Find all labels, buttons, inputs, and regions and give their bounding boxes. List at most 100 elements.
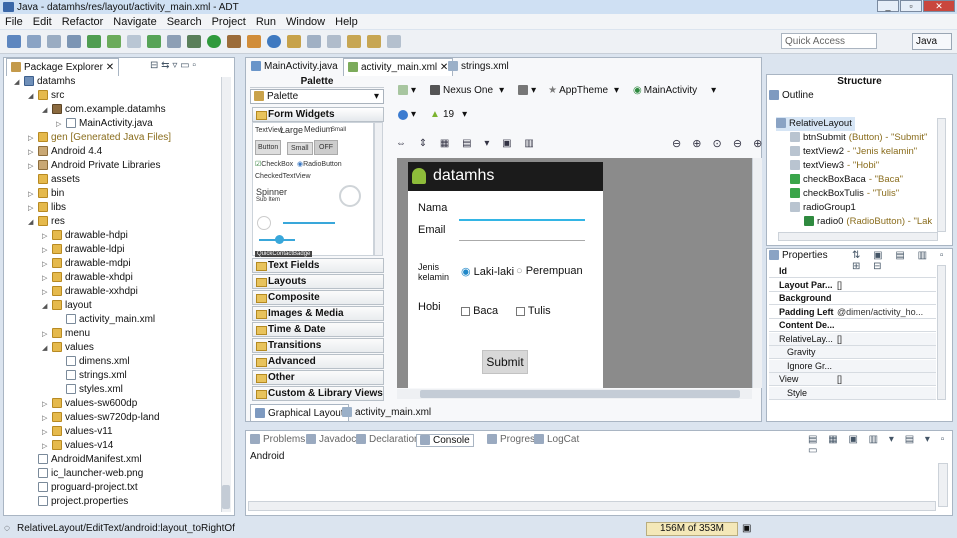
back-icon[interactable] xyxy=(347,35,361,48)
widget-small-text[interactable]: Small xyxy=(331,127,346,133)
outline-item[interactable]: RelativeLayout xyxy=(776,117,855,131)
palette-category[interactable]: Composite xyxy=(252,290,384,305)
chevron-down-icon[interactable]: ▾ xyxy=(411,109,416,120)
property-value[interactable]: [] xyxy=(837,279,927,292)
twisty-icon[interactable]: ▷ xyxy=(42,328,52,342)
radio-perempuan[interactable]: ○ Perempuan xyxy=(516,265,583,277)
tree-item[interactable]: ▷ bin xyxy=(28,187,64,201)
outline-item[interactable]: radioGroup1 xyxy=(790,201,859,215)
outline-item[interactable]: radio0 (RadioButton) - "Lak xyxy=(804,215,932,229)
property-row[interactable]: Id xyxy=(769,265,936,278)
tree-item[interactable]: ▷ drawable-mdpi xyxy=(42,257,131,271)
tree-item[interactable]: ▷ libs xyxy=(28,201,66,215)
tab-console[interactable]: Console xyxy=(416,434,474,447)
tree-item[interactable]: activity_main.xml xyxy=(56,313,155,327)
twisty-icon[interactable]: ▷ xyxy=(28,160,38,174)
tab-progress[interactable]: Progress xyxy=(487,434,540,445)
twisty-icon[interactable]: ◢ xyxy=(28,216,38,230)
tab-mainactivity-java[interactable]: MainActivity.java xyxy=(247,58,342,76)
minimize-button[interactable]: _ xyxy=(877,0,899,12)
twisty-icon[interactable]: ◢ xyxy=(14,76,24,90)
twisty-icon[interactable]: ◢ xyxy=(28,90,38,104)
twisty-icon[interactable]: ▷ xyxy=(56,118,66,132)
tree-item[interactable]: ▷ Android 4.4 xyxy=(28,145,102,159)
widget-checkbox[interactable]: ☑CheckBox xyxy=(255,160,293,168)
close-button[interactable]: ✕ xyxy=(923,0,955,12)
tree-item[interactable]: assets xyxy=(28,173,80,187)
activity-selector[interactable]: MainActivity xyxy=(644,85,697,96)
email-input[interactable] xyxy=(459,240,585,241)
tab-logcat[interactable]: LogCat xyxy=(534,434,579,445)
property-row[interactable]: View [] xyxy=(769,373,936,386)
palette-category-form-widgets[interactable]: Form Widgets xyxy=(252,107,384,122)
palette-scrollbar[interactable] xyxy=(374,122,383,256)
menu-window[interactable]: Window xyxy=(281,16,330,28)
tab-outline[interactable]: Outline xyxy=(769,90,814,101)
menu-edit[interactable]: Edit xyxy=(28,16,57,28)
menu-refactor[interactable]: Refactor xyxy=(57,16,109,28)
widget-small-button[interactable]: Small xyxy=(287,142,313,155)
tree-item[interactable]: ◢ datamhs xyxy=(14,75,75,89)
progress-small-icon[interactable] xyxy=(257,216,271,230)
menu-navigate[interactable]: Navigate xyxy=(108,16,161,28)
save-icon[interactable] xyxy=(27,35,41,48)
widget-textview[interactable]: TextView xyxy=(255,127,283,134)
tree-item[interactable]: strings.xml xyxy=(56,369,127,383)
palette-category[interactable]: Images & Media xyxy=(252,306,384,321)
menu-search[interactable]: Search xyxy=(162,16,207,28)
console-hscroll[interactable] xyxy=(248,501,936,511)
tree-item[interactable]: ▷ values-sw720dp-land xyxy=(42,411,160,425)
tab-strings-xml[interactable]: strings.xml xyxy=(444,58,513,76)
tree-item[interactable]: ◢ layout xyxy=(42,299,92,313)
tree-item[interactable]: project.properties xyxy=(28,495,128,509)
palette-category[interactable]: Other xyxy=(252,370,384,385)
tree-item[interactable]: AndroidManifest.xml xyxy=(28,453,142,467)
widget-medium-text[interactable]: Medium xyxy=(304,125,332,134)
new-class-icon[interactable] xyxy=(267,35,281,48)
chevron-down-icon[interactable]: ▾ xyxy=(411,85,416,96)
twisty-icon[interactable]: ▷ xyxy=(42,230,52,244)
run-icon[interactable] xyxy=(207,35,221,48)
menu-run[interactable]: Run xyxy=(251,16,281,28)
menu-help[interactable]: Help xyxy=(330,16,363,28)
twisty-icon[interactable]: ▷ xyxy=(42,412,52,426)
twisty-icon[interactable]: ◢ xyxy=(42,342,52,356)
tree-item[interactable]: proguard-project.txt xyxy=(28,481,138,495)
tab-xml-source[interactable]: activity_main.xml xyxy=(338,404,435,422)
property-value[interactable]: @dimen/activity_ho... xyxy=(837,306,927,319)
tree-item[interactable]: ic_launcher-web.png xyxy=(28,467,143,481)
property-row[interactable]: Layout Par... [] xyxy=(769,279,936,292)
package-explorer-scrollbar[interactable] xyxy=(221,77,231,512)
outline-item[interactable]: btnSubmit (Button) - "Submit" xyxy=(790,131,927,145)
save-all-icon[interactable] xyxy=(47,35,61,48)
tree-item[interactable]: ▷ drawable-ldpi xyxy=(42,243,124,257)
outline-scrollbar[interactable] xyxy=(937,118,946,232)
palette-dropdown[interactable]: Palette ▾ xyxy=(250,89,384,104)
property-row[interactable]: Gravity xyxy=(769,346,936,359)
tree-item[interactable]: ▷ values-v11 xyxy=(42,425,113,439)
twisty-icon[interactable]: ▷ xyxy=(42,272,52,286)
twisty-icon[interactable]: ▷ xyxy=(42,258,52,272)
property-row[interactable]: Padding Left @dimen/activity_ho... xyxy=(769,306,936,319)
widget-radiobutton[interactable]: ◉RadioButton xyxy=(297,160,342,168)
progress-spinner-icon[interactable] xyxy=(339,185,361,207)
tab-properties[interactable]: Properties xyxy=(769,250,828,261)
chevron-down-icon[interactable]: ▾ xyxy=(614,85,619,96)
outline-item[interactable]: textView3- "Hobi" xyxy=(790,159,879,173)
menu-project[interactable]: Project xyxy=(207,16,251,28)
tab-graphical-layout[interactable]: Graphical Layout xyxy=(250,404,349,422)
quick-access-input[interactable]: Quick Access xyxy=(781,33,877,49)
canvas-hscroll-thumb[interactable] xyxy=(420,390,740,398)
trash-icon[interactable]: ▣ xyxy=(742,523,751,534)
tree-item[interactable]: dimens.xml xyxy=(56,355,130,369)
twisty-icon[interactable]: ▷ xyxy=(42,440,52,454)
tree-item[interactable]: ◢ com.example.datamhs xyxy=(42,103,166,117)
canvas-vscroll[interactable] xyxy=(752,158,762,388)
property-value[interactable]: [] xyxy=(837,373,927,386)
nama-input[interactable] xyxy=(459,219,585,221)
restore-button[interactable]: ▫ xyxy=(900,0,922,12)
chevron-down-icon[interactable]: ▾ xyxy=(711,85,716,96)
tree-item[interactable]: ◢ res xyxy=(28,215,65,229)
outline-item[interactable]: checkBoxTulis - "Tulis" xyxy=(790,187,899,201)
collapse-all-icon[interactable]: ⊟ ⇆ ▿ ▭ ▫ xyxy=(150,60,196,71)
